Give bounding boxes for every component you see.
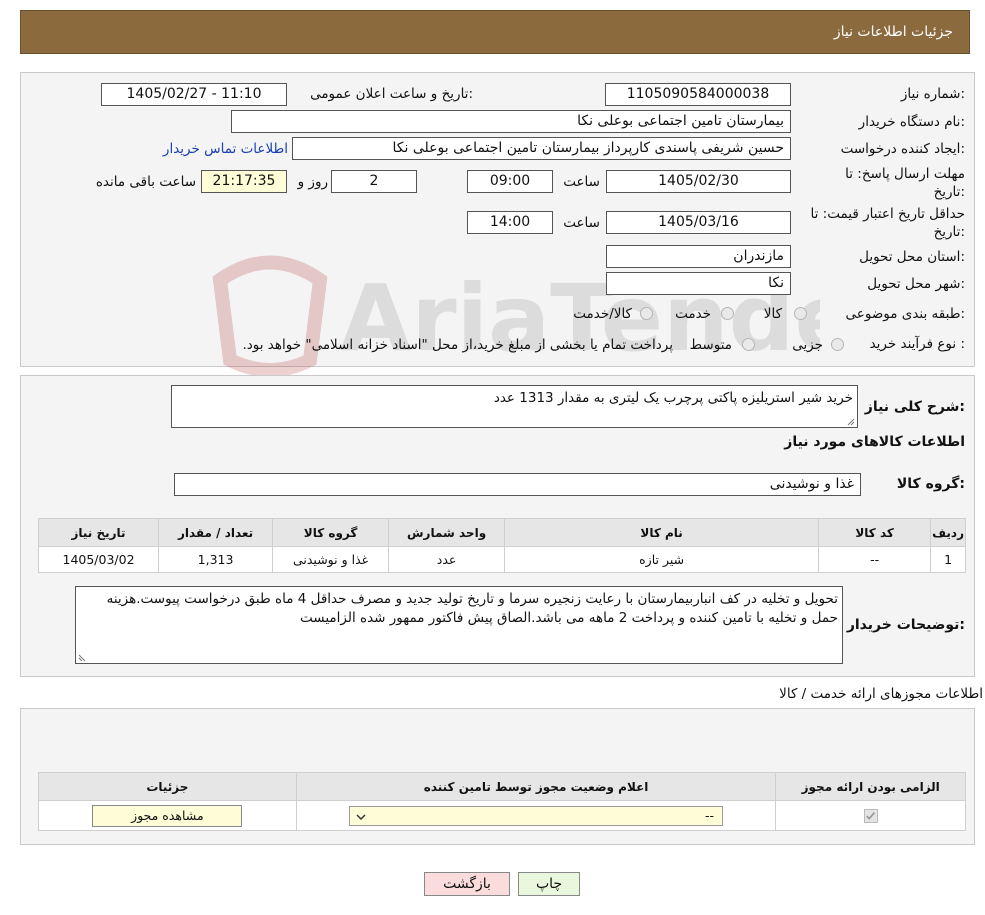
deadline-time-field: 09:00 bbox=[467, 170, 553, 193]
days-label: روز و bbox=[297, 174, 328, 190]
category-option-goods: کالا bbox=[763, 306, 782, 322]
license-status-select[interactable]: -- bbox=[349, 805, 724, 826]
buyer-contact-link[interactable]: اطلاعات تماس خریدار bbox=[150, 141, 288, 157]
resize-handle-icon[interactable] bbox=[78, 654, 86, 662]
process-radio-minor[interactable] bbox=[831, 338, 844, 351]
need-number-label: شماره نیاز: bbox=[900, 86, 965, 102]
validity-label-date: تاریخ: bbox=[933, 224, 965, 240]
buyer-notes-text: تحویل و تخلیه در کف انباربیمارستان با رع… bbox=[106, 591, 838, 626]
deadline-label: مهلت ارسال پاسخ: تا bbox=[845, 166, 965, 182]
description-text: خرید شیر استریلیزه پاکتی پرچرب یک لیتری … bbox=[493, 390, 853, 406]
license-status-value: -- bbox=[705, 807, 715, 823]
city-field: نکا bbox=[606, 272, 791, 295]
creator-field: حسین شریفی پاسندی کارپرداز بیمارستان تام… bbox=[292, 137, 791, 160]
cell-code: -- bbox=[818, 546, 932, 573]
process-option-medium: متوسط bbox=[689, 337, 732, 353]
category-radio-goods-service[interactable] bbox=[640, 307, 653, 320]
goods-table: ردیف کد کالا نام کالا واحد شمارش گروه کا… bbox=[37, 518, 966, 573]
province-field: مازندران bbox=[606, 245, 791, 268]
goods-section-title: اطلاعات کالاهای مورد نیاز bbox=[784, 434, 965, 450]
col-row: ردیف bbox=[930, 518, 966, 547]
buyer-notes-textarea[interactable]: تحویل و تخلیه در کف انباربیمارستان با رع… bbox=[75, 586, 843, 664]
col-code: کد کالا bbox=[818, 518, 932, 547]
goods-group-field: غذا و نوشیدنی bbox=[174, 473, 861, 496]
category-option-goods-service: کالا/خدمت bbox=[573, 306, 632, 322]
page-header: جزئیات اطلاعات نیاز bbox=[20, 10, 970, 54]
licenses-section-title: اطلاعات مجوزهای ارائه خدمت / کالا bbox=[779, 686, 983, 702]
col-license-status: اعلام وضعیت مجوز توسط تامین کننده bbox=[295, 772, 777, 801]
cell-row: 1 bbox=[930, 546, 966, 573]
page-title: جزئیات اطلاعات نیاز bbox=[833, 24, 953, 40]
deadline-time-label: ساعت bbox=[563, 174, 600, 190]
category-radio-goods[interactable] bbox=[794, 307, 807, 320]
cell-license-required bbox=[775, 800, 966, 831]
process-radio-medium[interactable] bbox=[742, 338, 755, 351]
validity-date-field: 1405/03/16 bbox=[606, 211, 791, 234]
category-radio-service[interactable] bbox=[721, 307, 734, 320]
description-label: شرح کلی نیاز: bbox=[864, 399, 965, 415]
license-required-checkbox[interactable] bbox=[863, 809, 878, 824]
category-option-service: خدمت bbox=[675, 306, 711, 322]
validity-time-label: ساعت bbox=[563, 215, 600, 231]
cell-license-status: -- bbox=[295, 800, 777, 831]
back-button[interactable]: بازگشت bbox=[424, 872, 510, 896]
cell-license-details: مشاهده مجوز bbox=[38, 800, 297, 831]
checkmark-icon bbox=[865, 812, 875, 821]
city-label: شهر محل تحویل: bbox=[867, 276, 965, 292]
category-label: طبقه بندی موضوعی: bbox=[845, 306, 965, 322]
resize-handle-icon[interactable] bbox=[847, 418, 855, 426]
remaining-time-field: 21:17:35 bbox=[201, 170, 287, 193]
deadline-label-date: تاریخ: bbox=[933, 184, 965, 200]
table-row: -- مشاهده مجوز bbox=[38, 800, 966, 831]
table-row: 1 -- شیر تازه عدد غذا و نوشیدنی 1,313 14… bbox=[37, 546, 966, 573]
buyer-label: نام دستگاه خریدار: bbox=[858, 114, 965, 130]
creator-label: ایجاد کننده درخواست: bbox=[840, 141, 965, 157]
description-textarea[interactable]: خرید شیر استریلیزه پاکتی پرچرب یک لیتری … bbox=[171, 385, 858, 428]
validity-label: حداقل تاریخ اعتبار قیمت: تا bbox=[810, 206, 965, 222]
buyer-field: بیمارستان تامین اجتماعی بوعلی نکا bbox=[231, 110, 791, 133]
province-label: استان محل تحویل: bbox=[859, 249, 965, 265]
payment-note: پرداخت تمام یا بخشی از مبلغ خرید،از محل … bbox=[242, 337, 673, 353]
cell-unit: عدد bbox=[388, 546, 506, 573]
licenses-table-header: الزامی بودن ارائه مجوز اعلام وضعیت مجوز … bbox=[38, 772, 966, 801]
buyer-notes-label: توضیحات خریدار: bbox=[846, 617, 965, 633]
view-license-button[interactable]: مشاهده مجوز bbox=[92, 804, 243, 827]
col-name: نام کالا bbox=[504, 518, 820, 547]
cell-name: شیر تازه bbox=[504, 546, 820, 573]
need-number-field: 1105090584000038 bbox=[605, 83, 791, 106]
validity-time-field: 14:00 bbox=[467, 211, 553, 234]
col-license-required: الزامی بودن ارائه مجوز bbox=[775, 772, 966, 801]
deadline-date-field: 1405/02/30 bbox=[606, 170, 791, 193]
cell-qty: 1,313 bbox=[158, 546, 274, 573]
announce-label: تاریخ و ساعت اعلان عمومی: bbox=[310, 86, 473, 102]
goods-group-label: گروه کالا: bbox=[896, 476, 965, 492]
col-qty: تعداد / مقدار bbox=[158, 518, 274, 547]
remaining-label: ساعت باقی مانده bbox=[95, 174, 196, 190]
chevron-down-icon bbox=[356, 813, 366, 820]
cell-group: غذا و نوشیدنی bbox=[272, 546, 390, 573]
process-option-minor: جزیی bbox=[792, 337, 823, 353]
goods-table-header: ردیف کد کالا نام کالا واحد شمارش گروه کا… bbox=[37, 518, 966, 547]
process-label: نوع فرآیند خرید : bbox=[869, 336, 965, 352]
licenses-table: الزامی بودن ارائه مجوز اعلام وضعیت مجوز … bbox=[38, 772, 966, 831]
col-group: گروه کالا bbox=[272, 518, 390, 547]
announce-field: 1405/02/27 - 11:10 bbox=[101, 83, 287, 106]
days-remaining-field: 2 bbox=[331, 170, 417, 193]
cell-date: 1405/03/02 bbox=[37, 546, 160, 573]
col-unit: واحد شمارش bbox=[388, 518, 506, 547]
col-date: تاریخ نیاز bbox=[37, 518, 160, 547]
print-button[interactable]: چاپ bbox=[518, 872, 580, 896]
col-license-details: جزئیات bbox=[38, 772, 297, 801]
